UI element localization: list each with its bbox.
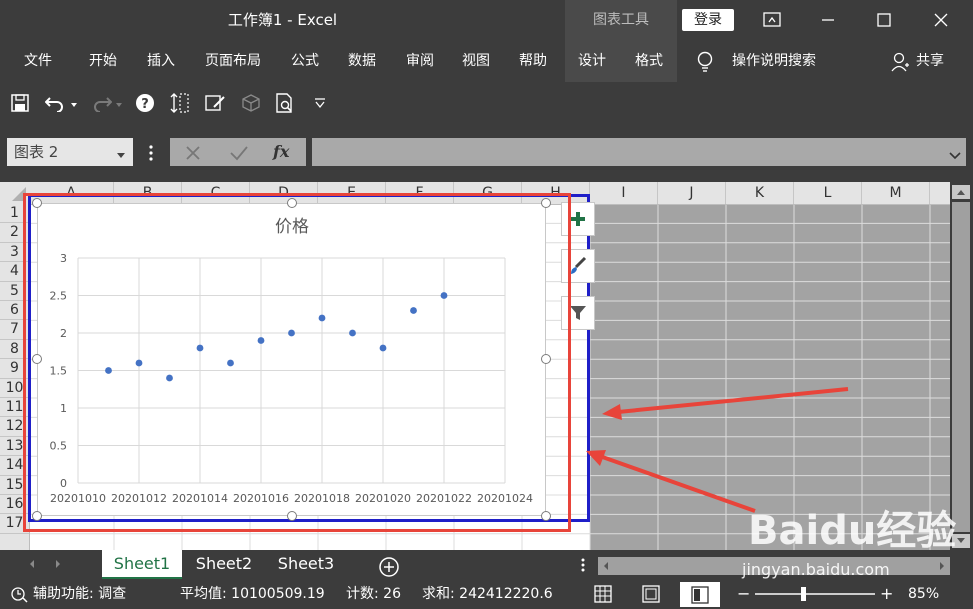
sheet-tab-sheet3[interactable]: Sheet3 [268,550,344,577]
cancel-entry-icon[interactable] [184,144,202,162]
accessibility-status[interactable]: 辅助功能: 调查 [33,580,126,609]
confirm-entry-icon[interactable] [229,144,249,162]
plus-icon [571,212,585,226]
help-icon[interactable]: ? [134,92,156,114]
tab-help[interactable]: 帮助 [511,40,555,82]
page-layout-view-icon[interactable] [642,585,660,603]
window-title: 工作簿1 - Excel [227,11,338,29]
svg-text:?: ? [141,97,149,112]
customize-qat-icon[interactable] [309,92,331,114]
save-icon[interactable] [9,92,31,114]
chart-tools-label: 图表工具 [565,0,677,40]
column-header-i[interactable]: I [590,182,658,204]
tab-page-layout[interactable]: 页面布局 [199,40,267,82]
undo-dropdown-icon[interactable] [70,98,78,107]
name-box[interactable]: 图表 2 [7,138,133,166]
tab-home[interactable]: 开始 [81,40,125,82]
tell-me-search[interactable]: 操作说明搜索 [724,40,824,82]
edit-shape-icon[interactable] [204,92,226,114]
sheet-tab-sheet1[interactable]: Sheet1 [102,550,182,579]
name-box-value: 图表 2 [14,143,59,161]
share-button[interactable]: 共享 [910,40,950,82]
tab-view[interactable]: 视图 [454,40,498,82]
plus-circle-icon [379,557,399,577]
average-value: 平均值: 10100509.19 [180,586,325,602]
tab-formulas[interactable]: 公式 [283,40,327,82]
watermark-url: jingyan.baidu.com [742,560,890,579]
formula-input[interactable] [312,138,966,166]
3d-cube-icon [240,92,262,114]
normal-view-icon[interactable] [594,585,612,603]
print-preview-icon[interactable] [274,92,296,114]
sheet-tab-sheet2[interactable]: Sheet2 [186,550,262,577]
sum-value: 求和: 242412220.6 [422,586,553,602]
column-header-m[interactable]: M [862,182,930,204]
maximize-icon [877,13,891,27]
tab-data[interactable]: 数据 [340,40,384,82]
minimize-button[interactable] [800,0,856,40]
lightbulb-icon [694,50,716,74]
formula-bar-splitter-icon[interactable] [148,144,154,162]
page-break-icon [691,585,709,604]
login-button[interactable]: 登录 [682,9,734,31]
zoom-in-icon[interactable]: + [880,584,896,604]
paintbrush-icon [571,256,587,274]
page-break-preview-button[interactable] [680,582,720,607]
undo-icon[interactable] [45,92,67,114]
minimize-icon [822,19,834,21]
zoom-slider-thumb[interactable] [801,587,806,601]
insert-function-button[interactable]: fx [273,139,297,165]
expand-formula-bar-icon[interactable] [949,149,961,160]
maximize-button[interactable] [856,0,912,40]
ribbon-display-icon [763,12,781,27]
ribbon-display-options-button[interactable] [744,0,800,40]
redo-dropdown-icon [115,98,123,107]
row-height-icon[interactable] [169,92,191,114]
tab-file[interactable]: 文件 [16,40,60,82]
redo-icon [90,92,112,114]
tab-format[interactable]: 格式 [627,40,671,82]
tab-splitter-icon[interactable] [580,557,586,573]
scroll-sheets-right-icon[interactable] [53,557,63,571]
zoom-level[interactable]: 85% [908,580,939,609]
column-header-j[interactable]: J [658,182,726,204]
close-button[interactable] [913,0,969,40]
scroll-up-button[interactable] [952,185,970,199]
tab-insert[interactable]: 插入 [139,40,183,82]
zoom-out-icon[interactable]: − [737,584,753,604]
baidu-jingyan-logo: Baidu经验 [748,508,957,554]
column-header-k[interactable]: K [726,182,794,204]
zoom-slider-track[interactable] [755,593,875,595]
close-icon [934,13,948,27]
annotation-highlight-box [23,193,571,532]
person-icon [890,51,910,73]
vertical-scroll-thumb[interactable] [952,202,970,532]
scroll-sheets-left-icon[interactable] [27,557,37,571]
vertical-scrollbar[interactable] [950,182,973,550]
filter-icon [570,306,586,320]
count-value: 计数: 26 [346,586,401,602]
tab-review[interactable]: 审阅 [398,40,442,82]
name-box-dropdown-icon[interactable] [116,149,126,158]
add-sheet-button[interactable] [378,556,400,578]
accessibility-icon[interactable] [10,586,28,604]
column-header-l[interactable]: L [794,182,862,204]
tab-design[interactable]: 设计 [570,40,614,82]
